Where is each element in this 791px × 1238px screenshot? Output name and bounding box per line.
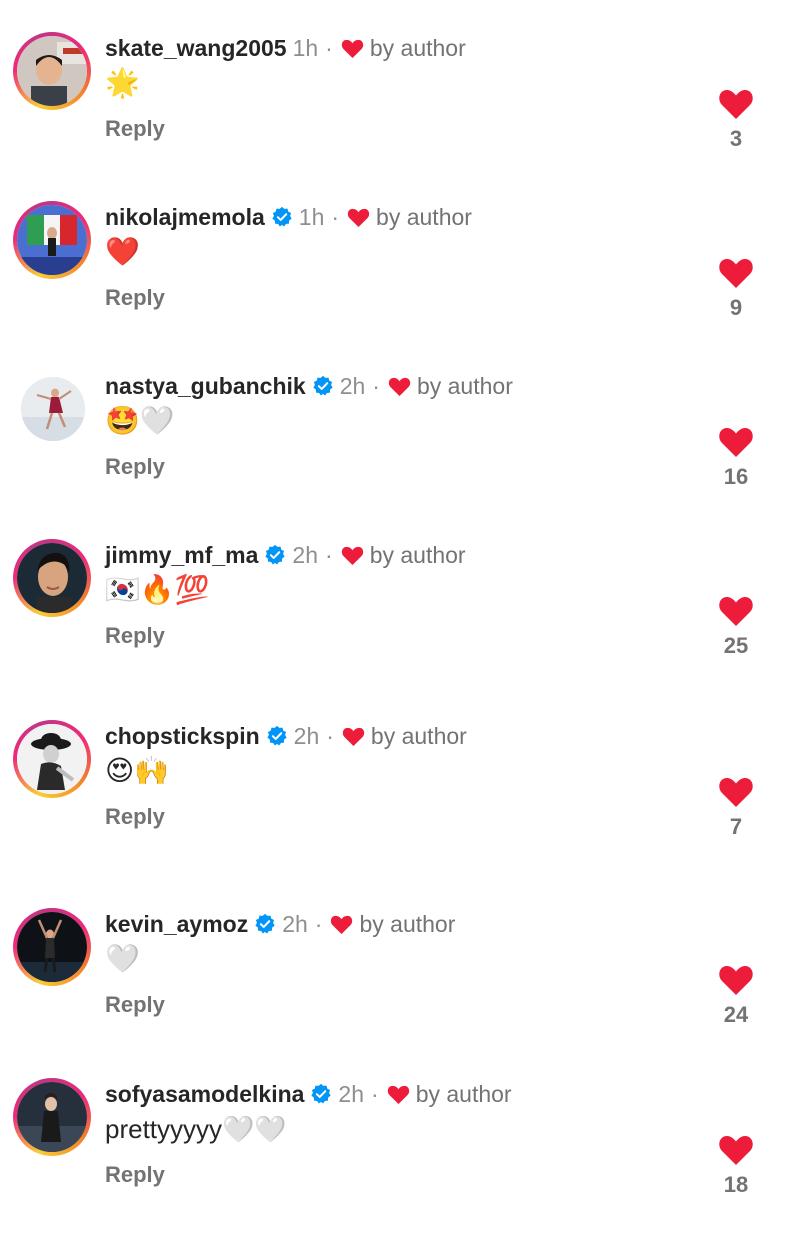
comment-item: nikolajmemola 1h · by author ❤️ Reply 9 — [0, 201, 791, 361]
comment-header: nastya_gubanchik 2h · by author — [105, 372, 513, 400]
username[interactable]: nastya_gubanchik — [105, 372, 306, 400]
reply-button[interactable]: Reply — [105, 804, 165, 830]
by-author-label: by author — [376, 204, 472, 230]
timestamp: 1h — [298, 204, 325, 230]
heart-icon[interactable] — [718, 964, 754, 996]
username[interactable]: jimmy_mf_ma — [105, 541, 258, 569]
heart-icon — [387, 1084, 410, 1105]
like-count: 18 — [723, 1172, 749, 1197]
heart-icon[interactable] — [718, 426, 754, 458]
comment-header: chopstickspin 2h · by author — [105, 722, 467, 750]
avatar[interactable] — [13, 539, 91, 617]
by-author-label: by author — [359, 911, 456, 937]
heart-icon[interactable] — [718, 1134, 754, 1166]
separator: · — [326, 723, 334, 749]
like-count: 24 — [723, 1002, 749, 1027]
comment-item: jimmy_mf_ma 2h · by author 🇰🇷🔥💯 Reply 25 — [0, 539, 791, 699]
heart-icon[interactable] — [718, 595, 754, 627]
avatar[interactable] — [13, 908, 91, 986]
comment-text: 🤍 — [105, 942, 140, 975]
comment-text: ❤️ — [105, 235, 140, 268]
verified-badge-icon — [312, 375, 334, 397]
avatar[interactable] — [13, 32, 91, 110]
username[interactable]: nikolajmemola — [105, 203, 265, 231]
username[interactable]: chopstickspin — [105, 722, 260, 750]
like-count: 25 — [723, 633, 749, 658]
heart-icon — [388, 376, 411, 397]
separator: · — [372, 373, 380, 399]
by-author-label: by author — [369, 542, 466, 568]
avatar-photo-skater-dark — [17, 1082, 87, 1152]
heart-icon[interactable] — [718, 776, 754, 808]
comment-text: prettyyyyy🤍🤍 — [105, 1114, 287, 1144]
by-author-label: by author — [415, 1081, 512, 1107]
timestamp: 2h — [339, 373, 366, 399]
verified-badge-icon — [254, 913, 276, 935]
heart-icon — [330, 914, 353, 935]
username[interactable]: kevin_aymoz — [105, 910, 248, 938]
separator: · — [314, 911, 323, 937]
like-count: 9 — [729, 295, 743, 320]
avatar[interactable] — [13, 201, 91, 279]
reply-button[interactable]: Reply — [105, 454, 165, 480]
heart-icon — [347, 207, 370, 228]
comment-text: 🤩🤍 — [105, 404, 175, 437]
like-count: 16 — [723, 464, 749, 489]
separator: · — [325, 35, 333, 61]
heart-icon — [342, 726, 365, 747]
timestamp: 2h — [292, 542, 319, 568]
heart-icon — [341, 38, 364, 59]
username[interactable]: skate_wang2005 — [105, 34, 287, 62]
by-author-label: by author — [416, 373, 513, 399]
comment-header: kevin_aymoz 2h · by author — [105, 910, 455, 938]
by-author-label: by author — [369, 35, 466, 61]
verified-badge-icon — [310, 1083, 332, 1105]
like-count: 3 — [729, 126, 743, 151]
verified-badge-icon — [266, 725, 288, 747]
reply-button[interactable]: Reply — [105, 1162, 165, 1188]
comment-item: sofyasamodelkina 2h · by author prettyyy… — [0, 1078, 791, 1238]
timestamp: 2h — [282, 911, 308, 937]
comment-header: sofyasamodelkina 2h · by author — [105, 1080, 512, 1108]
comment-header: jimmy_mf_ma 2h · by author — [105, 541, 466, 569]
like-count: 7 — [729, 814, 743, 839]
separator: · — [331, 204, 340, 230]
avatar[interactable] — [13, 1078, 91, 1156]
avatar-photo-skater-ice — [21, 377, 85, 441]
reply-button[interactable]: Reply — [105, 992, 165, 1018]
avatar-photo-dark-skater — [17, 912, 87, 982]
username[interactable]: sofyasamodelkina — [105, 1080, 304, 1108]
timestamp: 2h — [338, 1081, 365, 1107]
avatar-photo-child — [17, 36, 87, 106]
avatar[interactable] — [13, 720, 91, 798]
verified-badge-icon — [264, 544, 286, 566]
avatar[interactable] — [21, 377, 85, 441]
reply-button[interactable]: Reply — [105, 623, 165, 649]
separator: · — [325, 542, 333, 568]
comment-item: nastya_gubanchik 2h · by author 🤩🤍 Reply… — [0, 370, 791, 530]
comment-text: 🌟 — [105, 66, 140, 99]
comment-item: chopstickspin 2h · by author 😍🙌 Reply 7 — [0, 720, 791, 880]
comment-item: skate_wang2005 1h · by author 🌟 Reply 3 — [0, 32, 791, 192]
avatar-photo-skater-flag — [17, 205, 87, 275]
reply-button[interactable]: Reply — [105, 285, 165, 311]
comment-text: 🇰🇷🔥💯 — [105, 573, 210, 606]
comment-header: skate_wang2005 1h · by author — [105, 34, 466, 62]
by-author-label: by author — [370, 723, 467, 749]
timestamp: 1h — [292, 35, 319, 61]
comment-text: 😍🙌 — [105, 754, 170, 787]
verified-badge-icon — [271, 206, 293, 228]
reply-button[interactable]: Reply — [105, 116, 165, 142]
heart-icon[interactable] — [718, 257, 754, 289]
comment-header: nikolajmemola 1h · by author — [105, 203, 472, 231]
heart-icon[interactable] — [718, 88, 754, 120]
heart-icon — [341, 545, 364, 566]
avatar-photo-portrait — [17, 543, 87, 613]
comment-item: kevin_aymoz 2h · by author 🤍 Reply 24 — [0, 908, 791, 1068]
avatar-photo-bw-hat — [17, 724, 87, 794]
timestamp: 2h — [293, 723, 320, 749]
separator: · — [371, 1081, 379, 1107]
